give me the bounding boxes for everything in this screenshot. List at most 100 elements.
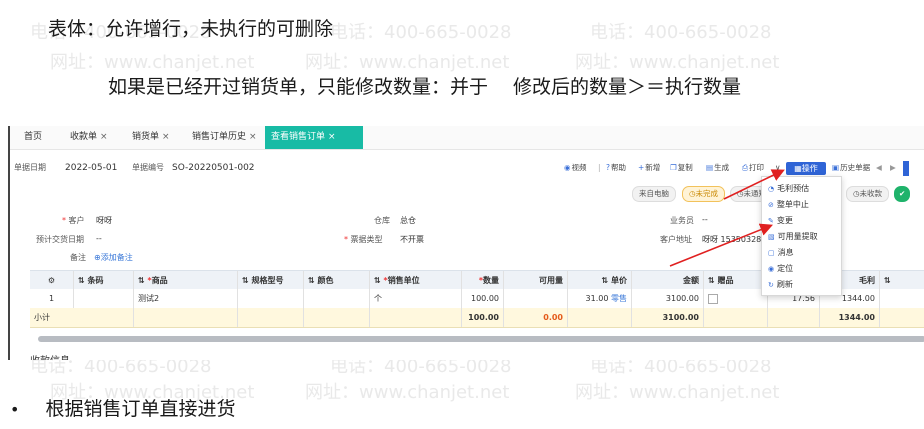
subtotal-empty (880, 308, 924, 327)
tab-sales-delivery[interactable]: 销货单 × (132, 126, 170, 149)
close-icon[interactable]: × (328, 132, 336, 142)
cell-color[interactable] (304, 289, 370, 308)
watermark-phone: 电话：400-665-0028 (330, 22, 512, 43)
add-remark-link[interactable]: ⊕添加备注 (94, 252, 133, 263)
menu-item-terminate[interactable]: ⊘ 整单中止 (762, 197, 841, 212)
operate-button[interactable]: ▦操作 (786, 162, 826, 175)
menu-item-locate[interactable]: ◉ 定位 (762, 261, 841, 276)
subtotal-empty (304, 308, 370, 327)
subtotal-profit: 1344.00 (820, 308, 880, 327)
tab-view-sales-order[interactable]: 查看销售订单 × (265, 126, 363, 149)
bullet-icon: • (10, 400, 20, 419)
cell-amount[interactable]: 3100.00 (632, 289, 704, 308)
close-icon[interactable]: × (249, 132, 257, 142)
watermark-site: 网址：www.chanjet.net (305, 382, 510, 403)
status-from-pc: 来自电脑 (632, 186, 676, 202)
add-button[interactable]: +新增 (638, 162, 660, 174)
close-icon[interactable]: × (162, 132, 170, 142)
menu-item-message[interactable]: ▢ 消息 (762, 245, 841, 260)
cell-gift[interactable] (704, 289, 768, 308)
prev-icon[interactable]: ◀ (876, 162, 882, 174)
horizontal-scrollbar[interactable] (38, 336, 924, 342)
cell-product[interactable]: 测试2 (134, 289, 238, 308)
plus-circle-icon: ⊕ (94, 253, 101, 262)
tab-order-history[interactable]: 销售订单历史 × (192, 126, 257, 149)
salesman-label: 业务员 (670, 216, 694, 225)
gift-checkbox[interactable] (708, 293, 718, 304)
check-icon: ✔ (894, 186, 911, 202)
next-icon[interactable]: ▶ (890, 162, 896, 174)
invoice-type-value: 不开票 (400, 235, 424, 244)
play-icon: ◉ (564, 163, 571, 172)
status-unpaid: ◷未收款 (846, 186, 890, 202)
order-no-value: SO-20220501-002 (172, 163, 255, 173)
refresh-icon: ↻ (768, 281, 774, 289)
col-spec: ⇅ 规格型号 (238, 271, 304, 290)
watermark-site: 网址：www.chanjet.net (575, 52, 780, 73)
side-handle[interactable] (903, 161, 909, 176)
warehouse-label: 仓库 (374, 216, 390, 225)
generate-icon: ▤ (706, 163, 714, 172)
settings-gear-icon[interactable]: ⚙ (30, 271, 74, 290)
subtotal-label: 小计 (30, 308, 134, 327)
chevron-down-icon[interactable]: ∨ (775, 162, 781, 174)
delivery-date-label: 预计交货日期 (36, 235, 84, 244)
slide-line-3-text: 根据销售订单直接进货 (45, 398, 236, 420)
cell-barcode[interactable] (74, 289, 134, 308)
copy-icon: ❐ (670, 163, 677, 172)
watermark-phone: 电话：400-665-0028 (590, 22, 772, 43)
subtotal-qty: 100.00 (462, 308, 504, 327)
subtotal-amount: 3100.00 (632, 308, 704, 327)
history-button[interactable]: ▣历史单据 (832, 162, 870, 174)
history-icon: ▣ (832, 163, 840, 172)
slide-line-2: 如果是已经开过销货单，只能修改数量：并于 修改后的数量＞＝执行数量 (108, 76, 742, 98)
subtotal-empty (134, 308, 238, 327)
menu-item-profit-estimate[interactable]: ◔ 毛利预估 (762, 181, 841, 196)
cell-spec[interactable] (238, 289, 304, 308)
close-icon[interactable]: × (100, 132, 108, 142)
subtotal-empty (238, 308, 304, 327)
menu-item-extract-available[interactable]: ▧ 可用量提取 (762, 229, 841, 244)
col-unit: ⇅ *销售单位 (370, 271, 462, 290)
menu-item-change[interactable]: ✎ 变更 (762, 213, 841, 228)
status-incomplete: ◷未完成 (682, 186, 726, 202)
col-product: ⇅ *商品 (134, 271, 238, 290)
slide-line-3: • 根据销售订单直接进货 (10, 394, 235, 421)
watermark-site: 网址：www.chanjet.net (50, 52, 255, 73)
warehouse-value: 总仓 (400, 216, 416, 225)
video-button[interactable]: ◉视频 (564, 162, 587, 174)
price-tag[interactable]: 零售 (611, 294, 627, 303)
watermark-site: 网址：www.chanjet.net (575, 382, 780, 403)
subtotal-empty (370, 308, 462, 327)
address-label: 客户地址 (660, 235, 692, 244)
help-icon: ? (606, 163, 610, 172)
order-no-label: 单据编号 (132, 163, 164, 172)
menu-item-refresh[interactable]: ↻ 刷新 (762, 277, 841, 292)
grid-icon: ▦ (794, 164, 802, 173)
watermark-site: 网址：www.chanjet.net (305, 52, 510, 73)
slide-line-1: 表体：允许增行，未执行的可删除 (48, 18, 334, 40)
remark-label: 备注 (70, 253, 86, 262)
print-icon: ⎙ (742, 163, 748, 172)
subtotal-empty (768, 308, 820, 327)
cell-price[interactable]: 31.00 零售 (568, 289, 632, 308)
customer-value: 呀呀 (96, 216, 112, 225)
subtotal-empty (704, 308, 768, 327)
extract-icon: ▧ (768, 233, 775, 241)
cell-qty[interactable]: 100.00 (462, 289, 504, 308)
copy-button[interactable]: ❐复制 (670, 162, 693, 174)
tab-bar: 首页 收款单 × 销货单 × 销售订单历史 × 查看销售订单 × (10, 126, 924, 150)
col-qty: *数量 (462, 271, 504, 290)
invoice-type-label: * 票据类型 (344, 235, 383, 244)
customer-label: * 客户 (62, 216, 85, 225)
tab-home[interactable]: 首页 (24, 126, 42, 149)
help-button[interactable]: ?帮助 (606, 162, 626, 174)
cell-unit[interactable]: 个 (370, 289, 462, 308)
operate-dropdown: ◔ 毛利预估 ⊘ 整单中止 ✎ 变更 ▧ 可用量提取 ▢ 消息 ◉ 定位 ↻ 刷新 (761, 176, 842, 296)
toolbar-separator: | (598, 163, 601, 172)
tab-receipt[interactable]: 收款单 × (70, 126, 108, 149)
salesman-value: -- (702, 215, 708, 224)
generate-button[interactable]: ▤生成 (706, 162, 729, 174)
subtotal-row: 小计 100.00 0.00 3100.00 1344.00 (30, 308, 924, 328)
print-button[interactable]: ⎙打印 (742, 162, 764, 174)
